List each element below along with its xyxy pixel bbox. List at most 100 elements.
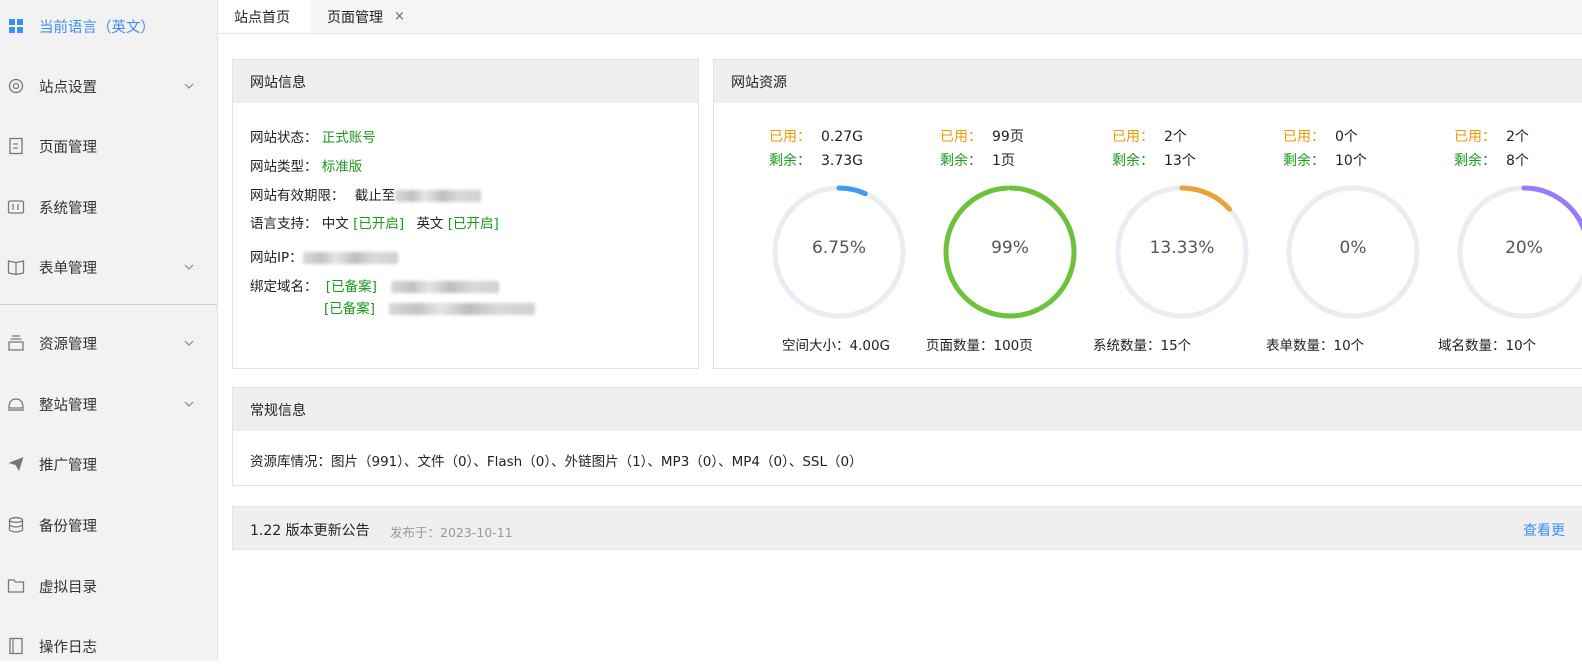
document-icon	[9, 137, 23, 155]
remaining-line: 剩余： 10个	[1283, 150, 1367, 170]
panel-title: 网站信息	[233, 60, 698, 103]
sidebar-item-site-management[interactable]: 整站管理	[0, 384, 217, 424]
used-key: 已用：	[769, 129, 811, 145]
system-icon	[7, 200, 25, 214]
resource-total: 表单数量：10个	[1266, 338, 1365, 354]
used-line: 已用： 0.27G	[769, 126, 863, 146]
sidebar-item-form-management[interactable]: 表单管理	[0, 247, 217, 287]
site-status-value: 正式账号	[321, 130, 376, 146]
domain-state: [已备案]	[324, 301, 376, 317]
notice-title: 1.22 版本更新公告	[250, 523, 370, 539]
remaining-line: 剩余： 1页	[940, 150, 1015, 170]
sidebar-item-label: 当前语言（英文）	[39, 19, 155, 36]
remaining-key: 剩余：	[769, 153, 811, 169]
sidebar-item-label: 站点设置	[39, 79, 97, 96]
sidebar-item-system-management[interactable]: 系统管理	[0, 187, 217, 227]
used-value: 2个	[1164, 129, 1187, 145]
tab-page-management[interactable]: 页面管理 ×	[311, 0, 421, 33]
gear-icon	[8, 78, 24, 94]
chevron-down-icon	[184, 264, 194, 270]
view-more-link[interactable]: 查看更	[1523, 520, 1565, 540]
sidebar-item-backup-management[interactable]: 备份管理	[0, 505, 217, 545]
chevron-down-icon	[184, 83, 194, 89]
sidebar-item-current-language[interactable]: 当前语言（英文）	[0, 6, 217, 46]
chevron-down-icon	[184, 401, 194, 407]
resource-total: 空间大小：4.00G	[782, 338, 891, 354]
percent-label: 13.33%	[1149, 238, 1215, 258]
close-icon[interactable]: ×	[394, 9, 405, 24]
percent-label: 20%	[1505, 238, 1543, 258]
folder-icon	[7, 579, 25, 593]
redacted-domain	[391, 281, 500, 293]
remaining-line: 剩余： 13个	[1112, 150, 1196, 170]
sidebar-item-label: 表单管理	[39, 260, 97, 277]
remaining-key: 剩余：	[940, 153, 982, 169]
field-label: 网站类型：	[250, 159, 318, 175]
language-support-row: 语言支持： 中文 [已开启] 英文 [已开启]	[250, 212, 499, 232]
used-value: 0.27G	[821, 129, 864, 145]
field-label: 网站IP：	[250, 250, 303, 266]
sidebar-item-label: 整站管理	[39, 397, 97, 414]
remaining-key: 剩余：	[1112, 153, 1154, 169]
remaining-value: 10个	[1335, 153, 1367, 169]
version-notice: 1.22 版本更新公告 发布于：2023-10-11 查看更	[232, 506, 1582, 550]
sidebar-item-site-settings[interactable]: 站点设置	[0, 66, 217, 106]
used-value: 99页	[992, 129, 1024, 145]
used-value: 2个	[1506, 129, 1529, 145]
used-key: 已用：	[1283, 129, 1325, 145]
tab-label: 站点首页	[234, 9, 290, 26]
notice-date: 发布于：2023-10-11	[390, 525, 513, 540]
language-en-state: [已开启]	[447, 216, 499, 232]
used-line: 已用： 0个	[1283, 126, 1358, 146]
site-ip-row: 网站IP：	[250, 246, 398, 266]
grid-icon	[9, 19, 23, 33]
percent-label: 99%	[991, 238, 1029, 258]
remaining-line: 剩余： 8个	[1454, 150, 1529, 170]
bell-icon	[8, 398, 24, 411]
resource-library-summary: 资源库情况：图片（991）、文件（0）、Flash（0）、外链图片（1）、MP3…	[250, 454, 863, 470]
bound-domain-row: 绑定域名： [已备案]	[250, 275, 500, 295]
sidebar-item-promotion-management[interactable]: 推广管理	[0, 444, 217, 484]
tab-site-home[interactable]: 站点首页	[218, 0, 311, 33]
remaining-value: 8个	[1506, 153, 1529, 169]
panel-title: 网站资源	[714, 60, 1582, 103]
database-icon	[8, 517, 24, 533]
sidebar-item-label: 操作日志	[39, 639, 97, 656]
site-type-row: 网站类型： 标准版	[250, 155, 362, 175]
field-label: 网站状态：	[250, 130, 318, 146]
sidebar-divider	[0, 304, 217, 305]
remaining-value: 13个	[1164, 153, 1196, 169]
language-zh-state: [已开启]	[353, 216, 405, 232]
stack-icon	[8, 335, 24, 351]
site-expiry-row: 网站有效期限： 截止至	[250, 184, 482, 204]
sidebar-item-label: 页面管理	[39, 139, 97, 156]
remaining-value: 1页	[992, 153, 1015, 169]
remaining-line: 剩余： 3.73G	[769, 150, 863, 170]
sidebar-item-label: 备份管理	[39, 518, 97, 535]
domain-state: [已备案]	[325, 279, 377, 295]
sidebar-item-virtual-directory[interactable]: 虚拟目录	[0, 566, 217, 606]
percent-label: 0%	[1339, 238, 1367, 258]
used-key: 已用：	[940, 129, 982, 145]
sidebar-item-resource-management[interactable]: 资源管理	[0, 323, 217, 363]
language-zh: 中文	[321, 216, 349, 232]
tab-label: 页面管理	[327, 9, 383, 26]
used-key: 已用：	[1454, 129, 1496, 145]
site-info-panel: 网站信息 网站状态： 正式账号 网站类型： 标准版 网站有效期限： 截止至 语言…	[232, 59, 699, 369]
site-resources-panel: 网站资源 已用： 0.27G 剩余： 3.73G 6.75% 空间大小：4.00G 已用： 9…	[713, 59, 1582, 369]
redacted-date	[395, 190, 482, 202]
remaining-key: 剩余：	[1283, 153, 1325, 169]
field-label: 绑定域名：	[250, 279, 318, 295]
sidebar-item-operation-log[interactable]: 操作日志	[0, 626, 217, 666]
sidebar-item-page-management[interactable]: 页面管理	[0, 126, 217, 166]
bound-domain-row: [已备案]	[324, 297, 536, 317]
sidebar-item-label: 虚拟目录	[39, 579, 97, 596]
used-line: 已用： 2个	[1454, 126, 1529, 146]
notebook-icon	[9, 637, 23, 655]
tab-bar: 站点首页 页面管理 ×	[218, 0, 1582, 34]
used-line: 已用： 99页	[940, 126, 1024, 146]
panel-title: 常规信息	[233, 388, 1582, 431]
remaining-key: 剩余：	[1454, 153, 1496, 169]
sidebar-item-label: 资源管理	[39, 336, 97, 353]
language-en: 英文	[416, 216, 444, 232]
